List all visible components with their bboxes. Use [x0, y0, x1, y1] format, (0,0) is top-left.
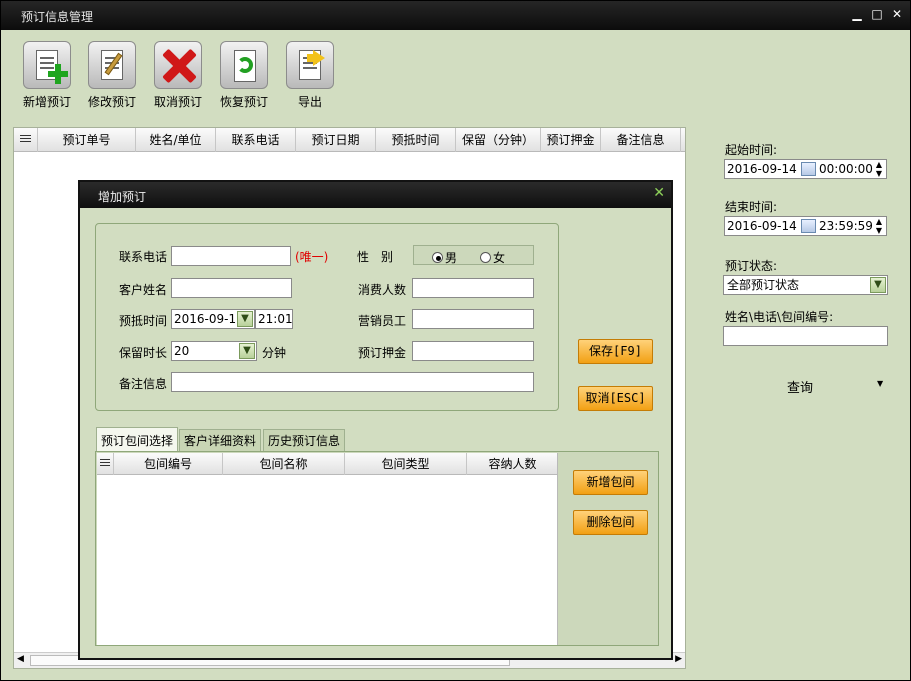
minimize-button[interactable]: ▁ [849, 6, 865, 22]
tab-customer-details[interactable]: 客户详细资料 [179, 429, 262, 453]
hold-unit-label: 分钟 [262, 346, 287, 360]
hold-duration-label: 保留时长 [119, 346, 168, 360]
room-selection-panel: 包间编号 包间名称 包间类型 容纳人数 新增包间 删除包间 [95, 451, 659, 646]
maximize-button[interactable]: □ [869, 6, 885, 22]
grid-menu-icon[interactable] [14, 128, 38, 152]
red-x-icon [154, 41, 202, 89]
deposit-label: 预订押金 [358, 346, 407, 360]
add-reservation-dialog: 增加预订 ✕ 联系电话 (唯一) 性 别 男 女 客户姓名 消费人数 预抵时间 … [78, 180, 673, 660]
hold-duration-value: 20 [174, 344, 190, 358]
close-button[interactable]: ✕ [889, 6, 905, 22]
gender-radio-group: 男 女 [413, 245, 534, 265]
edit-document-icon [88, 41, 136, 89]
end-time-label: 结束时间: [725, 200, 778, 214]
column-header[interactable]: 预订押金 [541, 128, 601, 152]
sales-staff-label: 营销员工 [358, 314, 407, 328]
export-label: 导出 [297, 95, 322, 109]
status-label: 预订状态: [725, 259, 778, 273]
guest-count-label: 消费人数 [358, 283, 407, 297]
calendar-icon[interactable] [801, 219, 816, 233]
export-button[interactable]: 导出 [284, 41, 336, 113]
end-datetime-field[interactable]: 2016-09-14 23:59:59 ▲ ▼ [724, 216, 887, 236]
start-time[interactable]: 00:00:00 [819, 160, 873, 178]
column-header[interactable]: 备注信息 [601, 128, 681, 152]
column-header[interactable]: 包间名称 [223, 453, 345, 475]
time-spinner-icon[interactable]: ▲ ▼ [874, 217, 884, 235]
grid-header: 预订单号 姓名/单位 联系电话 预订日期 预抵时间 保留（分钟） 预订押金 备注… [14, 128, 685, 152]
gender-female-radio[interactable]: 女 [480, 249, 505, 266]
column-header[interactable]: 包间编号 [114, 453, 223, 475]
cancel-reservation-button[interactable]: 取消预订 [152, 41, 204, 113]
unique-note: (唯一) [295, 250, 329, 264]
cancel-reservation-label: 取消预订 [153, 95, 202, 109]
save-button[interactable]: 保存[F9] [578, 339, 653, 364]
customer-name-label: 客户姓名 [119, 283, 168, 297]
end-time[interactable]: 23:59:59 [819, 217, 873, 235]
time-spinner-icon[interactable]: ▲ ▼ [874, 160, 884, 178]
status-select[interactable]: 全部预订状态 ▼ [723, 275, 888, 295]
edit-reservation-button[interactable]: 修改预订 [86, 41, 138, 113]
end-date[interactable]: 2016-09-14 [727, 217, 797, 235]
column-header[interactable]: 保留（分钟） [456, 128, 541, 152]
start-date[interactable]: 2016-09-14 [727, 160, 797, 178]
grid-menu-icon[interactable] [97, 453, 114, 475]
gender-male-radio[interactable]: 男 [432, 249, 457, 266]
deposit-input[interactable] [412, 341, 534, 361]
arrival-time-input[interactable]: 21:01 [255, 309, 293, 329]
query-button[interactable]: 查询 [787, 377, 813, 396]
sales-staff-input[interactable] [412, 309, 534, 329]
tab-history[interactable]: 历史预订信息 [263, 429, 346, 453]
column-header[interactable]: 预订单号 [38, 128, 136, 152]
dialog-title: 增加预订 [98, 190, 147, 204]
calendar-icon[interactable] [801, 162, 816, 176]
status-value: 全部预订状态 [727, 278, 800, 292]
add-room-button[interactable]: 新增包间 [573, 470, 648, 495]
query-dropdown-icon[interactable]: ▼ [877, 379, 883, 388]
title-bar: 预订信息管理 ▁ □ ✕ [1, 1, 910, 30]
arrival-date-value: 2016-09-13 [174, 312, 244, 326]
guest-count-input[interactable] [412, 278, 534, 298]
scroll-right-icon[interactable]: ▶ [675, 654, 682, 664]
name-filter-label: 姓名\电话\包间编号: [725, 310, 834, 324]
remark-input[interactable] [171, 372, 534, 392]
delete-room-button[interactable]: 删除包间 [573, 510, 648, 535]
tab-room-selection[interactable]: 预订包间选择 [96, 427, 179, 453]
column-header[interactable]: 容纳人数 [467, 453, 558, 475]
chevron-down-icon[interactable]: ▼ [237, 311, 253, 327]
chevron-down-icon[interactable]: ▼ [239, 343, 255, 359]
dialog-title-bar: 增加预订 ✕ [80, 182, 671, 208]
recycle-icon [220, 41, 268, 89]
column-header[interactable]: 包间类型 [345, 453, 467, 475]
cancel-button[interactable]: 取消[ESC] [578, 386, 653, 411]
column-header[interactable]: 联系电话 [216, 128, 296, 152]
new-document-icon [23, 41, 71, 89]
export-icon [286, 41, 334, 89]
add-reservation-label: 新增预订 [22, 95, 71, 109]
customer-name-input[interactable] [171, 278, 292, 298]
restore-reservation-button[interactable]: 恢复预订 [218, 41, 270, 113]
restore-reservation-label: 恢复预订 [219, 95, 268, 109]
phone-label: 联系电话 [119, 250, 168, 264]
room-grid-header: 包间编号 包间名称 包间类型 容纳人数 [97, 453, 557, 475]
room-grid[interactable]: 包间编号 包间名称 包间类型 容纳人数 [97, 453, 558, 645]
column-header[interactable]: 姓名/单位 [136, 128, 216, 152]
arrival-date-select[interactable]: 2016-09-13 ▼ [171, 309, 255, 329]
add-reservation-button[interactable]: 新增预订 [21, 41, 73, 113]
hold-duration-select[interactable]: 20 ▼ [171, 341, 257, 361]
chevron-down-icon[interactable]: ▼ [870, 277, 886, 293]
phone-input[interactable] [171, 246, 291, 266]
column-header[interactable]: 预订日期 [296, 128, 376, 152]
dialog-close-icon[interactable]: ✕ [653, 185, 665, 201]
name-filter-input[interactable] [723, 326, 888, 346]
edit-reservation-label: 修改预订 [87, 95, 136, 109]
remark-label: 备注信息 [119, 377, 168, 391]
window-title: 预订信息管理 [21, 10, 94, 24]
arrival-time-label: 预抵时间 [119, 314, 168, 328]
main-window: 预订信息管理 ▁ □ ✕ 新增预订 修改预订 取消预订 恢复预订 导出 预订单号… [0, 0, 911, 681]
start-time-label: 起始时间: [725, 143, 778, 157]
column-header[interactable]: 预抵时间 [376, 128, 456, 152]
scroll-left-icon[interactable]: ◀ [17, 654, 24, 664]
start-datetime-field[interactable]: 2016-09-14 00:00:00 ▲ ▼ [724, 159, 887, 179]
gender-label: 性 别 [357, 250, 394, 264]
